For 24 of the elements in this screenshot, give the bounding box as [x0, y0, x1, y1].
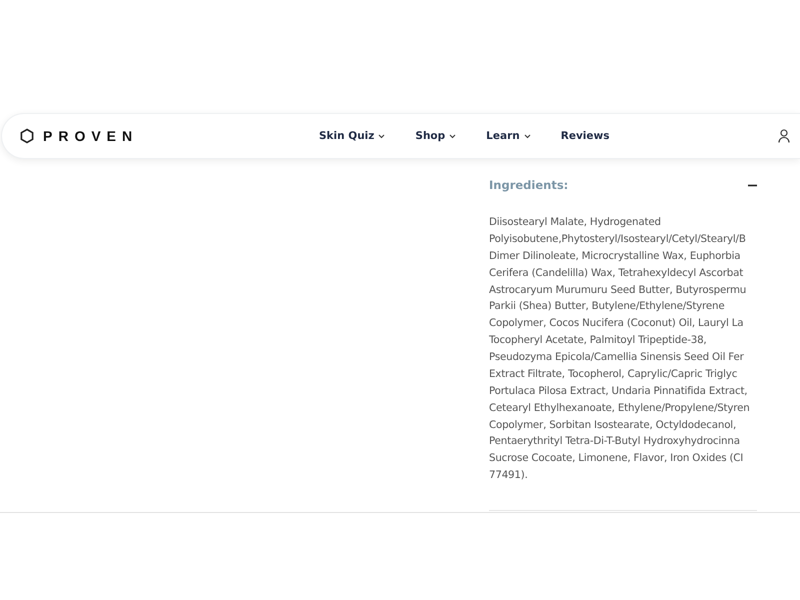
- ingredient-text: Astrocaryum Murumuru Seed Butter, Butyrospermu: [489, 282, 748, 298]
- nav-link[interactable]: Shop: [415, 130, 456, 142]
- ingredient-text: 77491).: [489, 468, 529, 484]
- ingredient-text: Parkii (Shea) Butter, Butylene/Ethylene/Styrene: [489, 299, 726, 314]
- ingredient-text: Tocopheryl Acetate, Palmitoyl Tripeptide-38,: [489, 333, 708, 348]
- logo[interactable]: PROVEN: [43, 128, 138, 144]
- ingredient-text: Diisostearyl Malate, Hydrogenated: [489, 215, 662, 230]
- nav-link[interactable]: Learn: [486, 130, 531, 142]
- nav-link[interactable]: Skin Quiz: [319, 130, 386, 142]
- ingredient-text: Cerifera (Candelilla) Wax, Tetrahexyldecyl Ascorbat: [489, 266, 744, 281]
- ingredient-text: Copolymer, Sorbitan Isostearate, Octyldodecanol,: [489, 418, 738, 432]
- section-title: Ingredients:: [489, 178, 568, 192]
- logo-icon: [19, 128, 35, 144]
- user-icon[interactable]: [778, 129, 790, 143]
- nav-link[interactable]: Reviews: [560, 130, 610, 142]
- ingredient-text: Pseudozyma Epicola/Camellia Sinensis Seed Oil Fer: [489, 350, 745, 365]
- ingredient-text: Extract Filtrate, Tocopherol, Caprylic/Capric Triglyc: [489, 366, 738, 382]
- ingredient-text: Portulaca Pilosa Extract, Undaria Pinnatifida Extract,: [489, 384, 748, 399]
- ingredient-text: Dimer Dilinoleate, Microcrystalline Wax, Euphorbia: [489, 248, 742, 264]
- ingredient-text: Copolymer, Cocos Nucifera (Coconut) Oil, Lauryl La: [489, 316, 744, 332]
- ingredient-text: Polyisobutene,Phytosteryl/Isostearyl/Cetyl/Stearyl/B: [489, 232, 747, 247]
- ingredient-text: Cetearyl Ethylhexanoate, Ethylene/Propylene/Styren: [489, 400, 751, 416]
- ingredient-text: Sucrose Cocoate, Limonene, Flavor, Iron Oxides (CI: [489, 451, 744, 466]
- ingredient-text: Pentaerythrityl Tetra-Di-T-Butyl Hydroxyhydrocinna: [489, 434, 741, 450]
